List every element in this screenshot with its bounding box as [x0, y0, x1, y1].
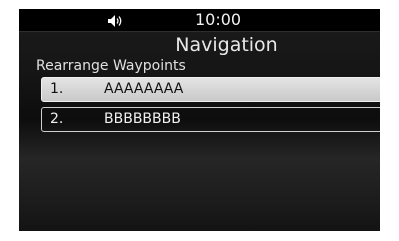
display-screen: 10:00 Navigation Rearrange Waypoints 1. … — [19, 9, 380, 231]
waypoint-list: 1. AAAAAAAA 2. BBBBBBBB — [41, 77, 380, 137]
waypoint-name: BBBBBBBB — [104, 111, 181, 127]
waypoint-name: AAAAAAAA — [104, 81, 184, 97]
page-title: Navigation — [175, 34, 278, 56]
waypoint-item[interactable]: 1. AAAAAAAA — [41, 77, 380, 102]
section-label: Rearrange Waypoints — [36, 58, 186, 74]
volume-icon — [107, 13, 123, 27]
waypoint-item[interactable]: 2. BBBBBBBB — [41, 107, 380, 132]
status-bar: 10:00 — [19, 9, 380, 32]
waypoint-number: 1. — [50, 81, 64, 97]
waypoint-number: 2. — [50, 111, 64, 127]
clock: 10:00 — [195, 10, 242, 29]
